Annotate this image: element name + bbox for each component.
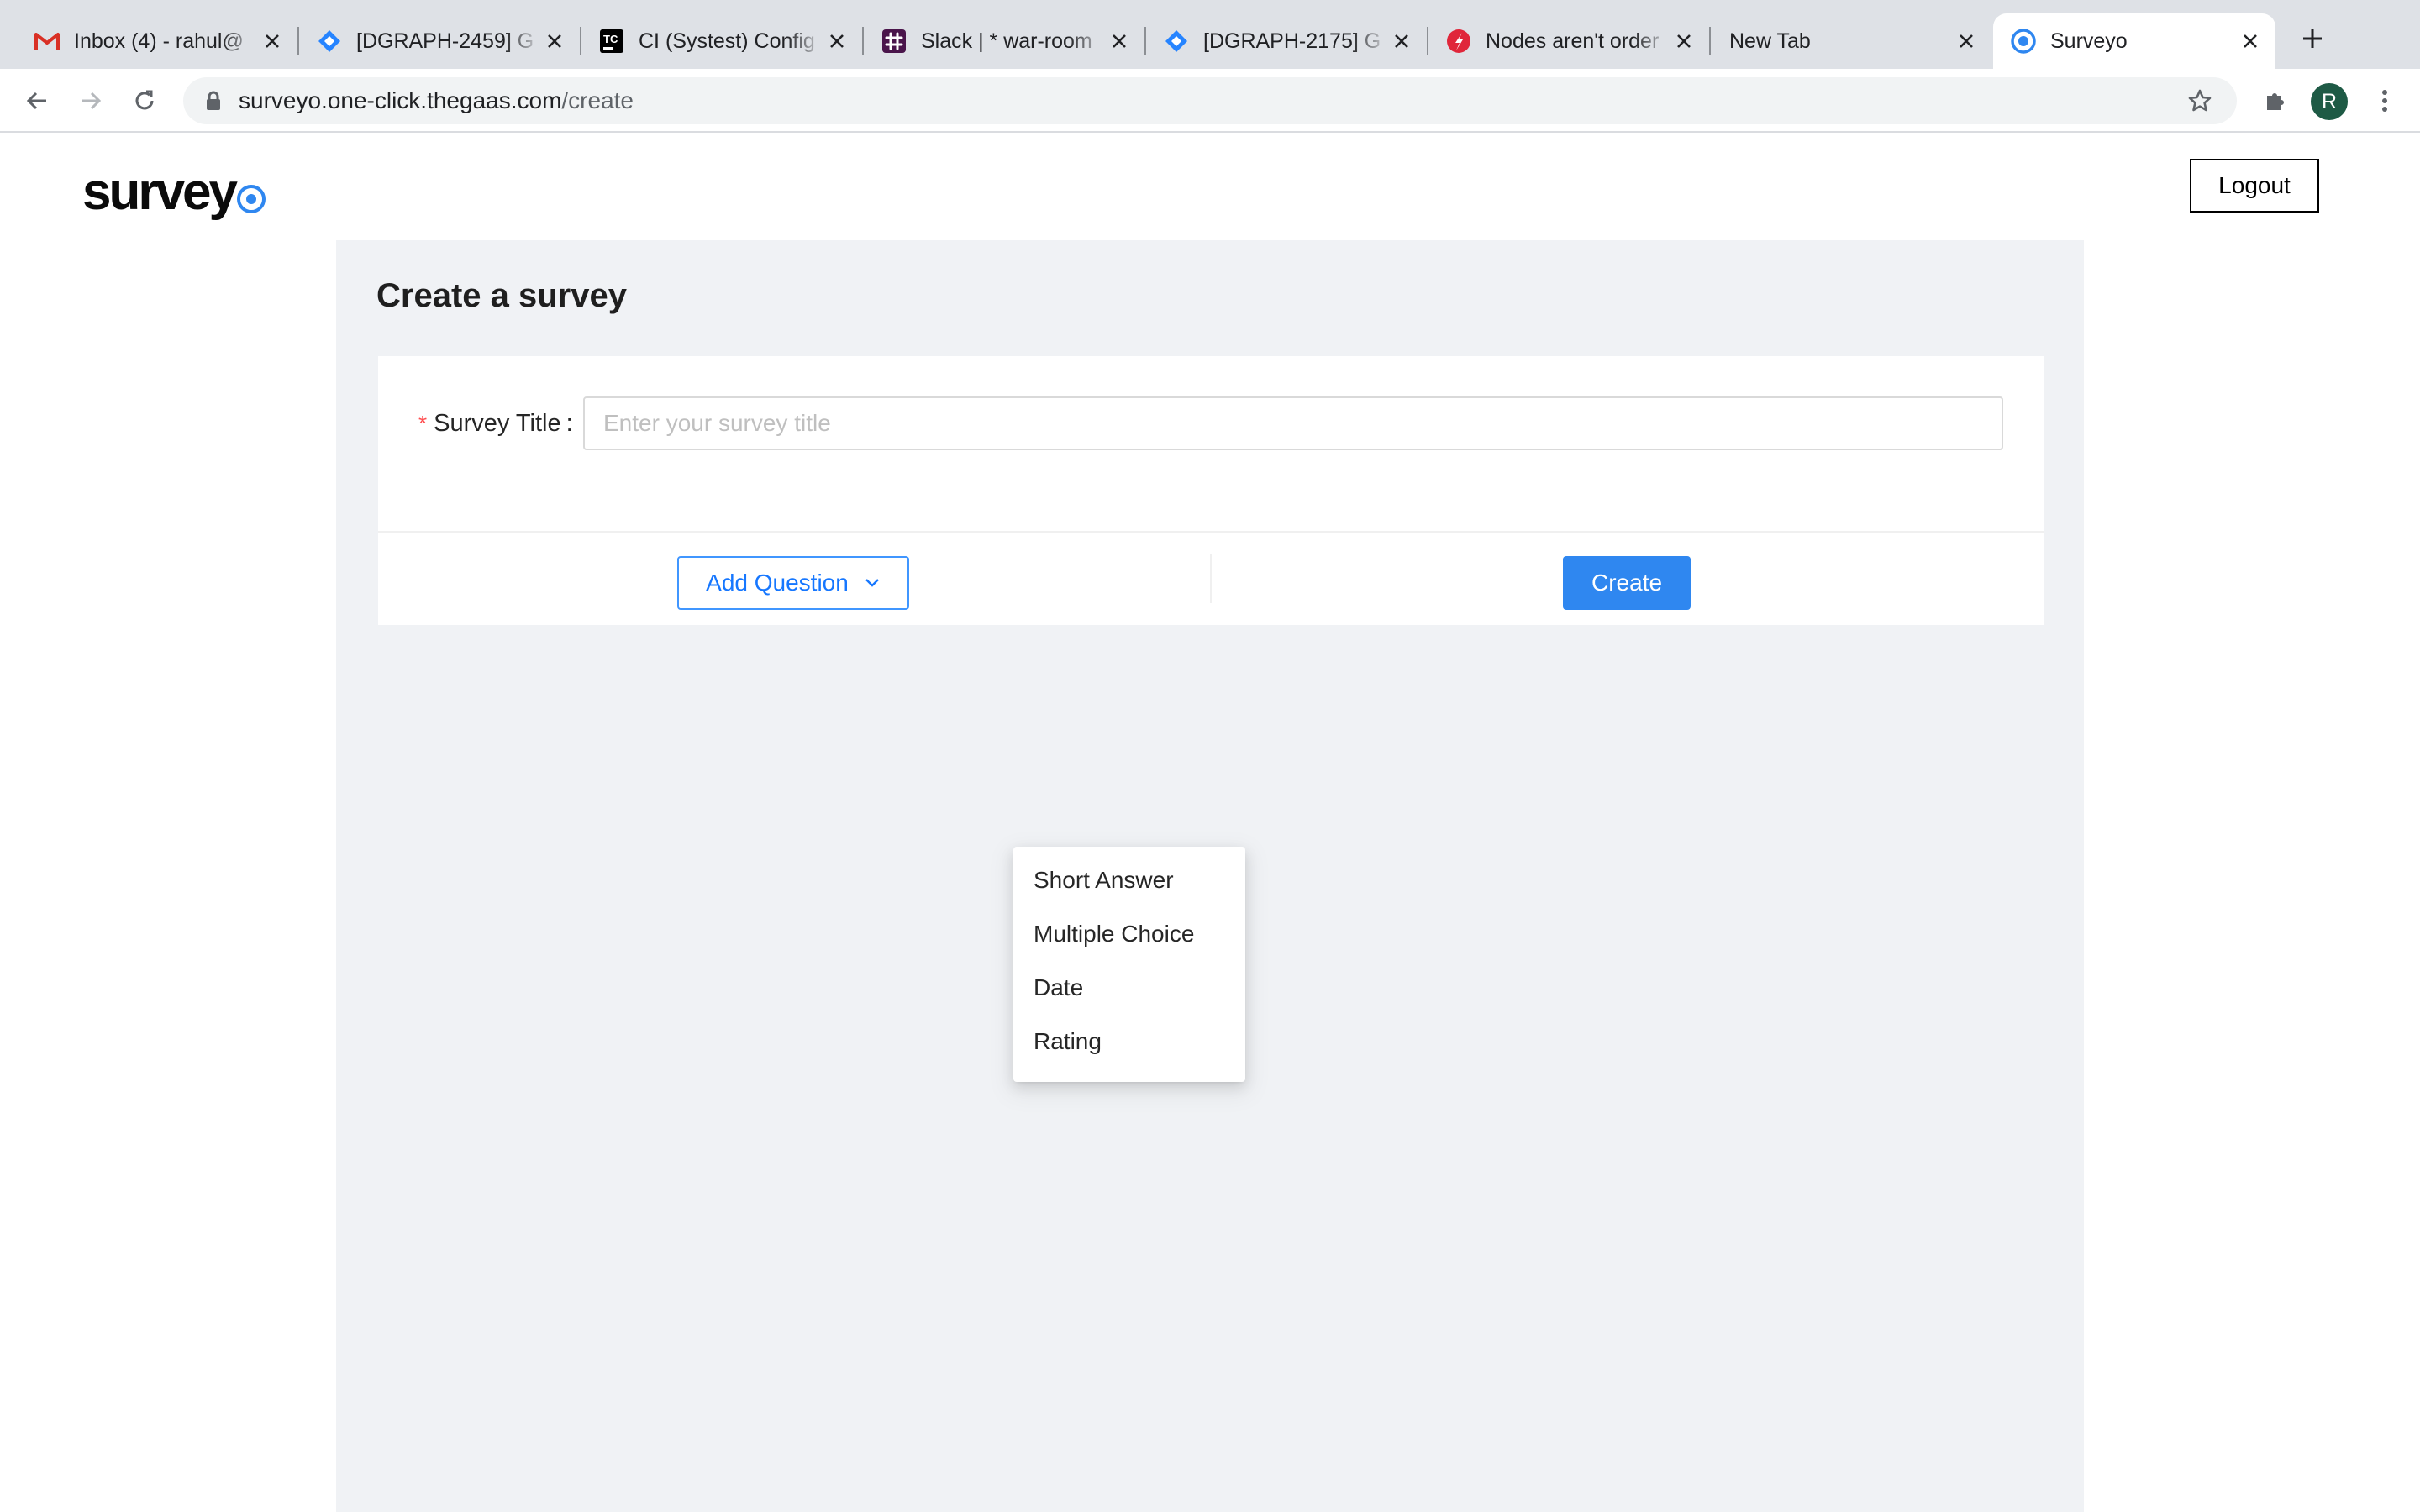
slack-icon — [881, 28, 908, 55]
page: survey Logout Create a survey * Survey T… — [0, 133, 2420, 1512]
address-bar[interactable]: surveyo.one-click.thegaas.com/create — [183, 77, 2237, 124]
teamcity-icon: TC — [598, 28, 625, 55]
label-colon: : — [566, 409, 573, 437]
survey-title-label-row: * Survey Title : — [418, 396, 573, 450]
svg-text:TC: TC — [603, 33, 618, 45]
surveyo-icon — [2010, 28, 2037, 55]
logo-dot-icon — [236, 185, 266, 213]
browser-tab[interactable]: Nodes aren't order — [1428, 13, 1711, 69]
question-type-menu: Short Answer Multiple Choice Date Rating — [1013, 847, 1245, 1082]
close-tab-icon[interactable] — [1106, 28, 1133, 55]
browser-toolbar: surveyo.one-click.thegaas.com/create R — [0, 69, 2420, 133]
menu-item-date[interactable]: Date — [1013, 961, 1245, 1015]
lock-icon[interactable] — [202, 89, 225, 113]
tab-title: [DGRAPH-2459] G — [356, 29, 534, 53]
extensions-puzzle-icon[interactable] — [2259, 84, 2292, 118]
page-title: Create a survey — [376, 277, 627, 314]
browser-tab[interactable]: New Tab — [1711, 13, 1991, 69]
browser-tab[interactable]: Inbox (4) - rahul@ — [17, 13, 299, 69]
required-marker: * — [418, 410, 428, 436]
logout-button[interactable]: Logout — [2190, 159, 2319, 213]
url-host: surveyo.one-click.thegaas.com — [239, 87, 562, 113]
menu-item-multiple-choice[interactable]: Multiple Choice — [1013, 907, 1245, 961]
reload-icon[interactable] — [128, 84, 161, 118]
browser-tab-strip: Inbox (4) - rahul@ [DGRAPH-2459] G TC CI… — [0, 0, 2420, 69]
surveyo-logo[interactable]: survey — [82, 151, 266, 218]
bookmark-star-icon[interactable] — [2186, 87, 2213, 114]
browser-tab-active[interactable]: Surveyo — [1993, 13, 2275, 69]
browser-tab[interactable]: [DGRAPH-2459] G — [299, 13, 581, 69]
jira-icon — [1163, 28, 1190, 55]
create-survey-panel: Create a survey * Survey Title : Add Que… — [336, 240, 2084, 1512]
survey-title-label: Survey Title — [434, 409, 561, 437]
browser-tab[interactable]: TC CI (Systest) Config — [581, 13, 864, 69]
browser-tab[interactable]: [DGRAPH-2175] G — [1146, 13, 1428, 69]
close-tab-icon[interactable] — [1388, 28, 1415, 55]
tab-title: Inbox (4) - rahul@ — [74, 29, 244, 53]
close-tab-icon[interactable] — [1953, 28, 1980, 55]
logo-text: survey — [82, 163, 238, 221]
close-tab-icon[interactable] — [259, 28, 286, 55]
survey-form-card: * Survey Title : Add Question Create — [378, 356, 2044, 625]
menu-item-short-answer[interactable]: Short Answer — [1013, 853, 1245, 907]
actions-separator — [1210, 554, 1212, 603]
close-tab-icon[interactable] — [2237, 28, 2264, 55]
add-question-label: Add Question — [706, 570, 849, 596]
survey-title-input[interactable] — [583, 396, 2003, 450]
add-question-dropdown-button[interactable]: Add Question — [677, 556, 909, 610]
gmail-icon — [34, 28, 60, 55]
browser-tab[interactable]: Slack | * war-room — [864, 13, 1146, 69]
tab-title: Nodes aren't order — [1486, 29, 1660, 53]
profile-avatar[interactable]: R — [2311, 83, 2348, 120]
jira-icon — [316, 28, 343, 55]
tab-title: CI (Systest) Config — [639, 29, 815, 53]
browser-menu-icon[interactable] — [2368, 84, 2402, 118]
create-button[interactable]: Create — [1563, 556, 1691, 610]
menu-item-rating[interactable]: Rating — [1013, 1015, 1245, 1068]
discuss-icon — [1445, 28, 1472, 55]
card-divider — [378, 531, 2044, 533]
tab-title: [DGRAPH-2175] G — [1203, 29, 1381, 53]
close-tab-icon[interactable] — [823, 28, 850, 55]
chevron-down-icon — [864, 575, 881, 591]
forward-arrow-icon[interactable] — [74, 84, 108, 118]
url-text: surveyo.one-click.thegaas.com/create — [239, 77, 634, 124]
new-tab-icon[interactable] — [2296, 22, 2329, 55]
close-tab-icon[interactable] — [1670, 28, 1697, 55]
tab-title: Slack | * war-room — [921, 29, 1092, 53]
url-path: /create — [561, 87, 634, 113]
tab-title: New Tab — [1729, 29, 1811, 53]
tab-title: Surveyo — [2050, 29, 2128, 53]
close-tab-icon[interactable] — [541, 28, 568, 55]
back-arrow-icon[interactable] — [20, 84, 54, 118]
